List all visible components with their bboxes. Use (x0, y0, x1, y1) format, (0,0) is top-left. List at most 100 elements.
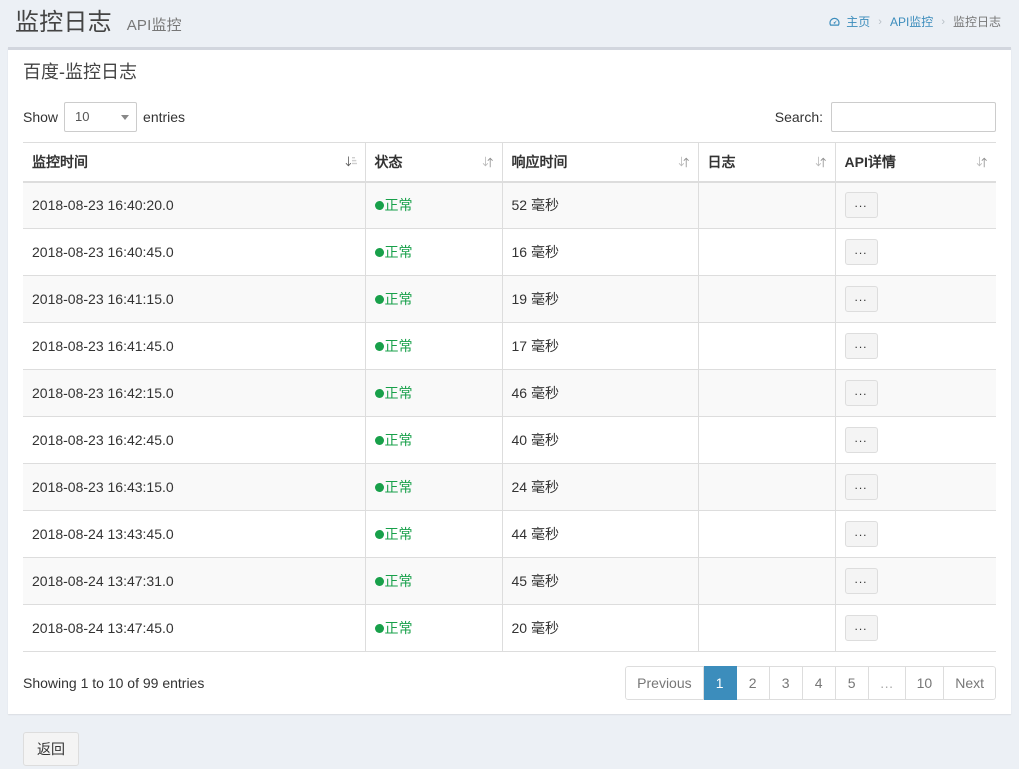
breadcrumb-link-home[interactable]: 主页 (828, 13, 870, 30)
sort-asc-icon (345, 155, 357, 168)
show-label: Show (23, 108, 59, 125)
api-detail-button[interactable]: ... (844, 427, 878, 454)
cell-monitor-time: 2018-08-24 13:43:45.0 (23, 510, 366, 558)
cell-log (698, 604, 836, 653)
column-header-log[interactable]: 日志 (698, 141, 836, 183)
pagination-link-1[interactable]: 1 (703, 666, 737, 701)
breadcrumb-separator: › (941, 15, 945, 28)
breadcrumb-separator: › (878, 15, 882, 28)
breadcrumb: 主页 › API监控 › 监控日志 (828, 13, 1001, 30)
pagination-link-10[interactable]: 10 (905, 666, 945, 701)
status-dot-icon (374, 388, 384, 398)
table-header-row: 监控时间 状态 响应时间 日志 API详情 (23, 141, 996, 183)
api-detail-button[interactable]: ... (844, 239, 878, 266)
table-head: 监控时间 状态 响应时间 日志 API详情 (23, 141, 996, 183)
api-detail-button[interactable]: ... (844, 615, 878, 642)
pagination-item[interactable]: 2 (736, 666, 770, 701)
pagination-item[interactable]: 5 (835, 666, 869, 701)
column-label-monitor-time: 监控时间 (32, 153, 88, 170)
breadcrumb-item-current: 监控日志 (953, 13, 1001, 30)
api-detail-button[interactable]: ... (844, 568, 878, 595)
status-badge: 正常 (374, 242, 413, 262)
cell-api-detail: ... (835, 416, 996, 464)
cell-monitor-time: 2018-08-23 16:41:45.0 (23, 322, 366, 370)
cell-status: 正常 (365, 510, 503, 558)
column-label-log: 日志 (707, 153, 736, 170)
page-length-select[interactable]: 102550100 (64, 101, 138, 132)
pagination-link-previous[interactable]: Previous (625, 666, 704, 701)
cell-response-time: 44 毫秒 (502, 510, 699, 558)
breadcrumb-item-api-monitor[interactable]: API监控 › (890, 13, 953, 30)
cell-status: 正常 (365, 228, 503, 276)
column-label-api-detail: API详情 (844, 153, 896, 170)
api-detail-button[interactable]: ... (844, 380, 878, 407)
status-badge: 正常 (374, 195, 413, 215)
cell-status: 正常 (365, 322, 503, 370)
cell-monitor-time: 2018-08-23 16:42:45.0 (23, 416, 366, 464)
cell-api-detail: ... (835, 557, 996, 605)
page-length-control: Show 102550100 entries (23, 101, 186, 132)
column-header-status[interactable]: 状态 (365, 141, 503, 183)
page-title-text: 监控日志 (15, 9, 112, 36)
pagination-item[interactable]: 3 (769, 666, 803, 701)
monitor-log-table: 监控时间 状态 响应时间 日志 API详情 2018-08-23 16:40:2… (23, 141, 996, 653)
page-header: 监控日志 API监控 主页 › API监控 › 监控日志 (0, 0, 1019, 47)
sort-both-icon (482, 155, 494, 168)
status-label: 正常 (384, 432, 413, 449)
status-label: 正常 (384, 291, 413, 308)
cell-response-time: 45 毫秒 (502, 557, 699, 605)
cell-api-detail: ... (835, 322, 996, 370)
pagination-link-3[interactable]: 3 (769, 666, 803, 701)
cell-log (698, 228, 836, 276)
cell-monitor-time: 2018-08-23 16:40:20.0 (23, 181, 366, 229)
pagination-item[interactable]: 4 (802, 666, 836, 701)
cell-monitor-time: 2018-08-24 13:47:31.0 (23, 557, 366, 605)
cell-monitor-time: 2018-08-23 16:42:15.0 (23, 369, 366, 417)
table-row: 2018-08-23 16:41:15.0 正常 19 毫秒... (23, 275, 996, 323)
api-detail-button[interactable]: ... (844, 521, 878, 548)
cell-status: 正常 (365, 275, 503, 323)
cell-monitor-time: 2018-08-23 16:43:15.0 (23, 463, 366, 511)
column-header-api-detail[interactable]: API详情 (835, 141, 996, 183)
column-header-response-time[interactable]: 响应时间 (502, 141, 699, 183)
status-dot-icon (374, 294, 384, 304)
status-label: 正常 (384, 526, 413, 543)
back-button[interactable]: 返回 (23, 732, 79, 767)
entries-label: entries (143, 108, 186, 125)
table-row: 2018-08-23 16:40:45.0 正常 16 毫秒... (23, 228, 996, 276)
status-label: 正常 (384, 573, 413, 590)
cell-api-detail: ... (835, 181, 996, 229)
api-detail-button[interactable]: ... (844, 192, 878, 219)
card-body: Show 102550100 entries Search: (8, 88, 1011, 715)
pagination-item[interactable]: 1 (703, 666, 737, 701)
cell-status: 正常 (365, 557, 503, 605)
breadcrumb-item-home[interactable]: 主页 › (828, 13, 890, 30)
pagination-link-4[interactable]: 4 (802, 666, 836, 701)
breadcrumb-link-api-monitor[interactable]: API监控 (890, 13, 933, 30)
pagination-link-2[interactable]: 2 (736, 666, 770, 701)
breadcrumb-label-current: 监控日志 (952, 15, 1001, 29)
pagination-item[interactable]: Next (944, 666, 996, 701)
pagination-item[interactable]: Previous (625, 666, 704, 701)
cell-log (698, 369, 836, 417)
column-label-status: 状态 (374, 153, 403, 170)
sort-both-icon (815, 155, 827, 168)
pagination-link-5[interactable]: 5 (835, 666, 869, 701)
api-detail-button[interactable]: ... (844, 474, 878, 501)
cell-log (698, 557, 836, 605)
api-detail-button[interactable]: ... (844, 333, 878, 360)
cell-api-detail: ... (835, 463, 996, 511)
breadcrumb-label-home: 主页 (846, 15, 871, 29)
card-title: 百度-监控日志 (23, 62, 137, 82)
pagination-item[interactable]: 10 (905, 666, 945, 701)
pagination-link-next[interactable]: Next (944, 666, 996, 701)
cell-api-detail: ... (835, 228, 996, 276)
status-badge: 正常 (374, 336, 413, 356)
api-detail-button[interactable]: ... (844, 286, 878, 313)
column-header-monitor-time[interactable]: 监控时间 (23, 141, 366, 183)
cell-log (698, 181, 836, 229)
table-info: Showing 1 to 10 of 99 entries (23, 675, 205, 692)
table-body: 2018-08-23 16:40:20.0 正常 52 毫秒... 2018-08-2… (23, 181, 996, 653)
cell-status: 正常 (365, 416, 503, 464)
search-input[interactable] (831, 101, 996, 132)
